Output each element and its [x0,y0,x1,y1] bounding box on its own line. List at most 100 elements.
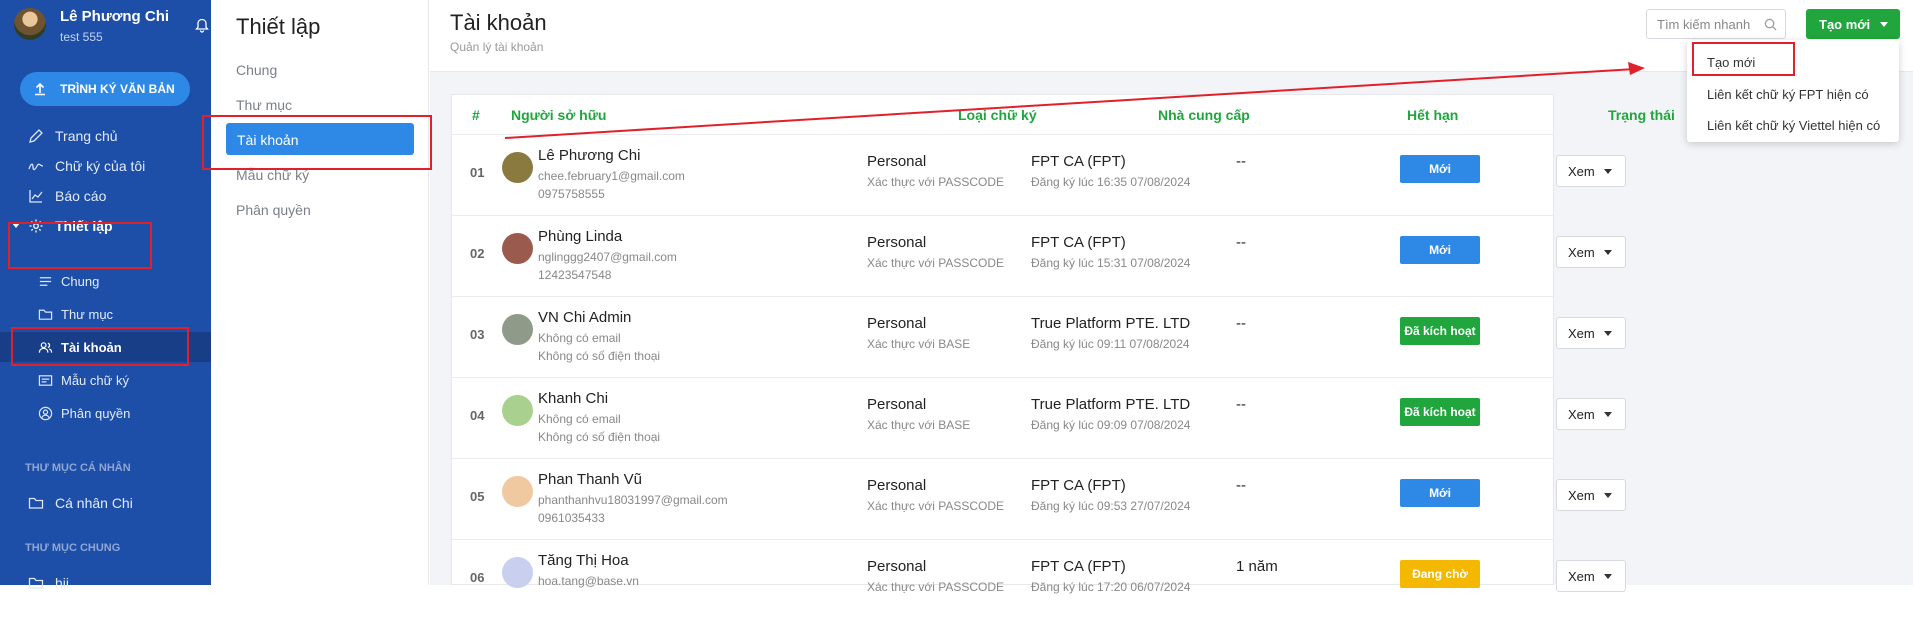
folder-icon [28,497,44,509]
upload-icon [35,82,45,96]
avatar [502,476,533,507]
registered-at: Đăng ký lúc 15:31 07/08/2024 [1031,256,1191,270]
bell-icon[interactable] [194,18,210,34]
nav-item-home[interactable]: Trang chủ [0,121,211,151]
view-button[interactable]: Xem [1556,317,1626,349]
owner-email: phanthanhvu18031997@gmail.com [538,493,728,507]
chevron-down-icon [1604,493,1612,498]
view-button[interactable]: Xem [1556,398,1626,430]
card-icon [38,374,53,386]
signature-type: Personal [867,477,927,494]
view-button[interactable]: Xem [1556,155,1626,187]
subnav-item-general[interactable]: Chung [0,266,211,296]
view-button-label: Xem [1568,326,1595,341]
column-header-status: Trạng thái [1608,107,1675,123]
view-button-label: Xem [1568,569,1595,584]
view-button[interactable]: Xem [1556,479,1626,511]
provider-name: FPT CA (FPT) [1031,234,1126,251]
signature-type: Personal [867,234,927,251]
signature-type: Personal [867,558,927,575]
nav-item-personal-folder[interactable]: Cá nhân Chi [0,488,211,518]
avatar [502,557,533,588]
nav-item-shared-folder[interactable]: hii [0,568,211,598]
avatar [502,395,533,426]
avatar [502,233,533,264]
highlight-settings-nav [8,222,152,269]
nav-item-reports[interactable]: Báo cáo [0,181,211,211]
status-badge: Mới [1400,155,1480,183]
user-profile[interactable]: Lê Phương Chi test 555 [14,8,209,48]
status-badge: Mới [1400,479,1480,507]
expiry: 1 năm [1236,558,1278,575]
page-title: Tài khoản [450,10,547,35]
sign-document-label: TRÌNH KÝ VĂN BẢN [60,82,175,96]
owner-email: chee.february1@gmail.com [538,169,685,183]
settings-item-general[interactable]: Chung [236,62,277,78]
status-badge: Mới [1400,236,1480,264]
settings-item-folders[interactable]: Thư mục [236,97,292,113]
view-button[interactable]: Xem [1556,560,1626,592]
provider-name: FPT CA (FPT) [1031,477,1126,494]
row-index: 04 [470,408,485,423]
expiry: -- [1236,315,1246,332]
subnav-item-signature-templates[interactable]: Mẫu chữ ký [0,365,211,395]
folder-icon [38,309,53,320]
registered-at: Đăng ký lúc 17:20 06/07/2024 [1031,580,1191,594]
subnav-item-folders[interactable]: Thư mục [0,299,211,329]
section-shared-folder: THƯ MỤC CHUNG [25,542,121,554]
table-row: 01 Lê Phương Chi chee.february1@gmail.com 0… [452,134,1626,215]
subnav-label: Chung [61,273,100,289]
owner-phone: 0961035433 [538,511,605,525]
row-index: 05 [470,489,485,504]
table-row: 04 Khanh Chi Không có email Không có số điệ… [452,377,1626,458]
sign-document-button[interactable]: TRÌNH KÝ VĂN BẢN [20,72,190,106]
row-index: 01 [470,165,485,180]
signature-icon [28,163,44,171]
owner-phone: Không có số điện thoại [538,349,661,363]
owner-email: Không có email [538,331,621,345]
menu-item-link-fpt[interactable]: Liên kết chữ ký FPT hiện có [1707,87,1887,102]
main-content: Tài khoản Quản lý tài khoản Tìm kiếm nha… [430,0,1913,594]
owner-email: hoa.tang@base.vn [538,574,639,588]
table-row: 06 Tăng Thị Hoa hoa.tang@base.vn Personal Xá… [452,539,1626,620]
nav-item-my-signature[interactable]: Chữ ký của tôi [0,151,211,181]
provider-name: FPT CA (FPT) [1031,558,1126,575]
row-index: 06 [470,570,485,585]
view-button-label: Xem [1568,164,1595,179]
provider-name: True Platform PTE. LTD [1031,315,1191,332]
search-icon [1764,18,1777,31]
signature-type: Personal [867,396,927,413]
auth-method: Xác thực với PASSCODE [867,580,1005,594]
folder-icon [28,577,44,589]
auth-method: Xác thực với PASSCODE [867,256,1005,270]
status-badge: Đã kích hoạt [1400,398,1480,426]
owner-name: Khanh Chi [538,390,609,407]
row-index: 02 [470,246,485,261]
user-name: Lê Phương Chi [60,8,170,25]
create-button[interactable]: Tạo mới [1806,9,1900,39]
column-header-index: # [472,107,480,123]
registered-at: Đăng ký lúc 16:35 07/08/2024 [1031,175,1191,189]
subnav-label: Mẫu chữ ký [61,372,129,388]
subnav-label: Phân quyền [61,405,131,421]
view-button[interactable]: Xem [1556,236,1626,268]
chart-icon [29,190,43,203]
owner-email: nglinggg2407@gmail.com [538,250,677,264]
owner-name: Lê Phương Chi [538,147,641,164]
page-subtitle: Quản lý tài khoản [450,40,544,54]
settings-item-permissions[interactable]: Phân quyền [236,202,311,218]
search-input[interactable]: Tìm kiếm nhanh [1646,9,1786,39]
menu-item-link-viettel[interactable]: Liên kết chữ ký Viettel hiện có [1707,118,1887,133]
subnav-item-permissions[interactable]: Phân quyền [0,398,211,428]
user-circle-icon [38,406,53,420]
view-button-label: Xem [1568,407,1595,422]
settings-panel: Thiết lập Chung Thư mục Tài khoản Mẫu ch… [211,0,429,585]
signature-type: Personal [867,153,927,170]
edit-icon [29,129,43,143]
auth-method: Xác thực với PASSCODE [867,499,1005,513]
user-subtitle: test 555 [60,30,103,44]
settings-title: Thiết lập [236,14,321,39]
nav-label: hii [55,575,70,591]
nav-label: Cá nhân Chi [55,495,133,511]
avatar [14,8,46,40]
